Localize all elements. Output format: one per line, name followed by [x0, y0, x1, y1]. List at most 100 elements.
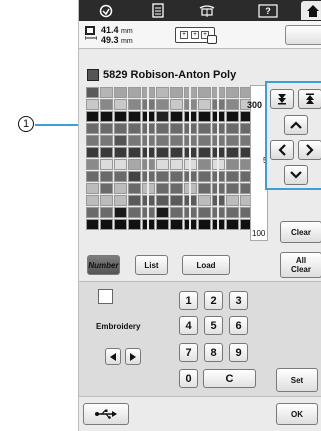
palette-color-cell[interactable]	[170, 219, 183, 230]
palette-color-cell[interactable]	[170, 171, 183, 182]
palette-color-cell[interactable]	[156, 87, 169, 98]
thread-display-button[interactable]	[285, 25, 321, 45]
palette-color-cell[interactable]	[86, 123, 99, 134]
palette-color-cell[interactable]	[156, 207, 169, 218]
palette-color-cell[interactable]	[156, 183, 169, 194]
palette-color-cell[interactable]	[156, 135, 169, 146]
set-button[interactable]: Set	[276, 368, 318, 392]
palette-color-cell[interactable]	[156, 195, 169, 206]
palette-color-cell[interactable]	[198, 183, 211, 194]
palette-color-cell[interactable]	[226, 99, 239, 110]
key-3[interactable]: 3	[229, 291, 248, 310]
key-clear-c[interactable]: C	[203, 369, 256, 388]
palette-color-cell[interactable]	[86, 135, 99, 146]
key-8[interactable]: 8	[204, 343, 223, 362]
move-down-button[interactable]	[284, 165, 308, 185]
embroidery-checkbox[interactable]	[98, 289, 113, 304]
palette-color-cell[interactable]	[170, 195, 183, 206]
ok-button[interactable]: OK	[276, 403, 318, 425]
palette-color-cell[interactable]	[226, 159, 239, 170]
key-4[interactable]: 4	[179, 316, 198, 335]
next-button[interactable]	[125, 348, 141, 365]
palette-color-cell[interactable]	[198, 159, 211, 170]
palette-color-cell[interactable]	[198, 99, 211, 110]
palette-color-cell[interactable]	[128, 123, 141, 134]
key-9[interactable]: 9	[229, 343, 248, 362]
palette-color-cell[interactable]	[86, 195, 99, 206]
palette-color-cell[interactable]	[128, 219, 141, 230]
palette-color-cell[interactable]	[170, 207, 183, 218]
palette-color-cell[interactable]	[156, 123, 169, 134]
palette-color-cell[interactable]	[198, 111, 211, 122]
palette-color-cell[interactable]	[128, 159, 141, 170]
palette-color-cell[interactable]	[128, 207, 141, 218]
palette-color-cell[interactable]	[128, 87, 141, 98]
palette-color-cell[interactable]	[170, 123, 183, 134]
tab-help[interactable]: ?	[255, 1, 281, 20]
palette-color-cell[interactable]	[100, 123, 113, 134]
number-mode-button[interactable]: Number	[87, 255, 120, 275]
palette-color-cell[interactable]	[198, 147, 211, 158]
palette-color-cell[interactable]	[156, 99, 169, 110]
palette-color-cell[interactable]	[198, 135, 211, 146]
all-clear-button[interactable]: All Clear	[280, 252, 321, 278]
move-right-button[interactable]	[298, 140, 321, 160]
palette-color-cell[interactable]	[226, 123, 239, 134]
palette-color-cell[interactable]	[170, 99, 183, 110]
tab-embroidery-frame[interactable]	[193, 1, 221, 20]
palette-color-cell[interactable]	[100, 87, 113, 98]
key-1[interactable]: 1	[179, 291, 198, 310]
palette-color-cell[interactable]	[198, 171, 211, 182]
jump-start-button[interactable]	[298, 89, 321, 109]
palette-color-cell[interactable]	[156, 219, 169, 230]
palette-color-cell[interactable]	[128, 195, 141, 206]
palette-color-cell[interactable]	[128, 171, 141, 182]
palette-color-cell[interactable]	[128, 99, 141, 110]
previous-button[interactable]	[105, 348, 121, 365]
palette-color-cell[interactable]	[226, 147, 239, 158]
tab-needle[interactable]	[93, 1, 119, 20]
palette-color-cell[interactable]	[114, 183, 127, 194]
palette-color-cell[interactable]	[226, 111, 239, 122]
palette-color-cell[interactable]	[170, 135, 183, 146]
palette-color-cell[interactable]	[170, 147, 183, 158]
palette-color-cell[interactable]	[86, 99, 99, 110]
key-2[interactable]: 2	[204, 291, 223, 310]
palette-color-cell[interactable]	[86, 183, 99, 194]
palette-color-cell[interactable]	[170, 183, 183, 194]
palette-color-cell[interactable]	[100, 147, 113, 158]
palette-color-cell[interactable]	[156, 159, 169, 170]
palette-color-cell[interactable]	[114, 123, 127, 134]
palette-color-cell[interactable]	[86, 159, 99, 170]
palette-color-cell[interactable]	[100, 171, 113, 182]
list-mode-button[interactable]: List	[135, 255, 168, 275]
palette-color-cell[interactable]	[226, 87, 239, 98]
palette-color-cell[interactable]	[156, 171, 169, 182]
palette-color-cell[interactable]	[170, 111, 183, 122]
palette-color-cell[interactable]	[198, 123, 211, 134]
palette-color-cell[interactable]	[128, 111, 141, 122]
palette-color-cell[interactable]	[198, 195, 211, 206]
palette-color-cell[interactable]	[156, 147, 169, 158]
palette-color-cell[interactable]	[86, 171, 99, 182]
palette-color-cell[interactable]	[128, 135, 141, 146]
palette-color-cell[interactable]	[86, 207, 99, 218]
palette-color-cell[interactable]	[114, 195, 127, 206]
palette-color-cell[interactable]	[128, 183, 141, 194]
palette-color-cell[interactable]	[114, 99, 127, 110]
palette-color-cell[interactable]	[226, 135, 239, 146]
load-button[interactable]: Load	[182, 255, 230, 275]
palette-color-cell[interactable]	[114, 87, 127, 98]
palette-color-cell[interactable]	[226, 219, 239, 230]
palette-color-cell[interactable]	[86, 87, 99, 98]
palette-color-cell[interactable]	[114, 219, 127, 230]
palette-color-cell[interactable]	[86, 219, 99, 230]
key-0[interactable]: 0	[179, 369, 198, 388]
palette-color-cell[interactable]	[114, 171, 127, 182]
palette-color-cell[interactable]	[100, 135, 113, 146]
palette-color-cell[interactable]	[128, 147, 141, 158]
usb-button[interactable]	[83, 403, 129, 425]
palette-color-cell[interactable]	[198, 207, 211, 218]
palette-color-cell[interactable]	[226, 207, 239, 218]
palette-color-cell[interactable]	[100, 195, 113, 206]
